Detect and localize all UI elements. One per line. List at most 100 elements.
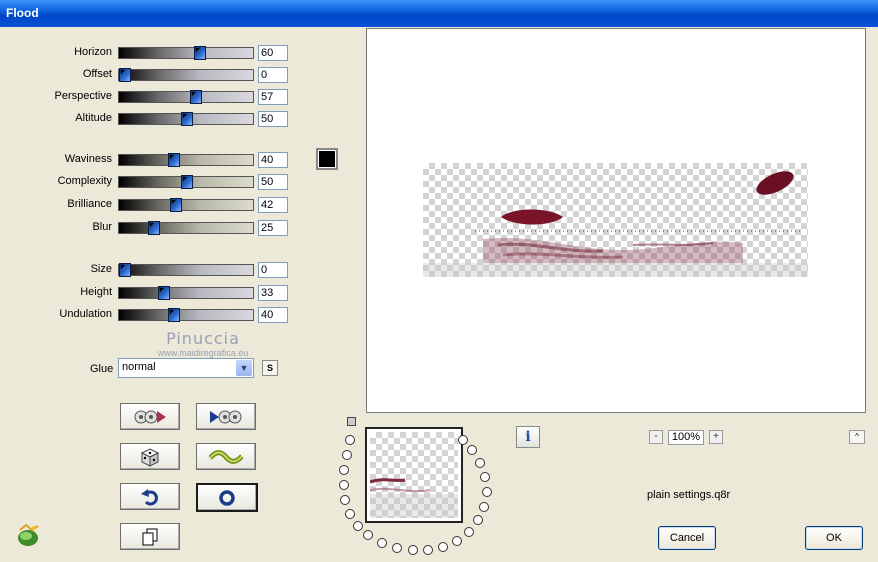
- undulation-slider[interactable]: [118, 308, 254, 322]
- param-label: Offset: [82, 68, 112, 80]
- dial-dot[interactable]: [480, 472, 490, 482]
- watermark: Pinuccia www.maidiregrafica.eu: [138, 329, 268, 358]
- glue-label: Glue: [90, 363, 114, 375]
- chevron-down-icon[interactable]: ▼: [236, 360, 252, 376]
- blur-value[interactable]: 25: [258, 220, 288, 236]
- copy-button[interactable]: [120, 523, 180, 550]
- slider-thumb[interactable]: [147, 221, 160, 235]
- offset-value[interactable]: 0: [258, 67, 288, 83]
- randomize-button[interactable]: [120, 443, 180, 470]
- size-value[interactable]: 0: [258, 262, 288, 278]
- param-label: Waviness: [64, 153, 112, 165]
- dial-dot[interactable]: [482, 487, 492, 497]
- dial-dot[interactable]: [342, 450, 352, 460]
- size-slider[interactable]: [118, 263, 254, 277]
- waviness-slider[interactable]: [118, 153, 254, 167]
- circle-button[interactable]: [196, 483, 258, 512]
- param-label: Blur: [92, 221, 112, 233]
- altitude-slider[interactable]: [118, 112, 254, 126]
- complexity-slider[interactable]: [118, 175, 254, 189]
- slider-thumb[interactable]: [190, 90, 203, 104]
- dial-dot[interactable]: [458, 435, 468, 445]
- next-preset-button[interactable]: [196, 403, 256, 430]
- dial-dot[interactable]: [479, 502, 489, 512]
- dial-dot[interactable]: [423, 545, 433, 555]
- slider-thumb[interactable]: [181, 112, 193, 126]
- randomize-dice-icon: [140, 447, 160, 467]
- offset-slider[interactable]: [118, 68, 254, 82]
- slider-thumb[interactable]: [194, 46, 207, 60]
- dial-dot[interactable]: [345, 509, 355, 519]
- cancel-button[interactable]: Cancel: [658, 526, 716, 550]
- info-button[interactable]: i: [516, 426, 540, 448]
- zoom-in-button[interactable]: +: [709, 430, 723, 444]
- dial-dot[interactable]: [345, 435, 355, 445]
- dial-dot[interactable]: [452, 536, 462, 546]
- brilliance-slider[interactable]: [118, 198, 254, 212]
- brilliance-value[interactable]: 42: [258, 197, 288, 213]
- param-label: Height: [80, 286, 112, 298]
- horizon-slider[interactable]: [118, 46, 254, 60]
- waviness-value[interactable]: 40: [258, 152, 288, 168]
- reset-button[interactable]: [120, 483, 180, 510]
- reset-arrow-icon: [141, 488, 158, 505]
- preview-canvas[interactable]: [366, 28, 866, 413]
- zoom-out-button[interactable]: -: [649, 430, 663, 444]
- slider-thumb[interactable]: [119, 68, 131, 82]
- wave-button[interactable]: [196, 443, 256, 470]
- color-swatch[interactable]: [316, 148, 338, 170]
- s-button[interactable]: S: [262, 360, 278, 376]
- dial-dot[interactable]: [464, 527, 474, 537]
- copy-pages-icon: [142, 528, 158, 545]
- slider-thumb[interactable]: [158, 286, 171, 300]
- dial-dot[interactable]: [467, 445, 477, 455]
- flood-preview-graphic: [423, 171, 808, 277]
- dialog-client: Horizon 60 Offset 0 Perspective 57 Altit…: [0, 27, 878, 562]
- dial-dot[interactable]: [339, 465, 349, 475]
- prev-preset-button[interactable]: [120, 403, 180, 430]
- next-preset-icon: [210, 410, 242, 423]
- dial-dot[interactable]: [377, 538, 387, 548]
- dial-dot[interactable]: [408, 545, 418, 555]
- app-logo-icon: [18, 523, 39, 546]
- dial-dot[interactable]: [353, 521, 363, 531]
- slider-thumb[interactable]: [167, 308, 180, 322]
- dial-dot[interactable]: [339, 480, 349, 490]
- perspective-slider[interactable]: [118, 90, 254, 104]
- dial-dot[interactable]: [438, 542, 448, 552]
- glue-select[interactable]: normal ▼: [118, 358, 254, 378]
- perspective-value[interactable]: 57: [258, 89, 288, 105]
- collapse-button[interactable]: ^: [849, 430, 865, 444]
- dial-dot[interactable]: [363, 530, 373, 540]
- height-value[interactable]: 33: [258, 285, 288, 301]
- param-label: Undulation: [59, 308, 112, 320]
- dial-dot[interactable]: [473, 515, 483, 525]
- slider-thumb[interactable]: [181, 175, 193, 189]
- slider-thumb[interactable]: [167, 153, 180, 167]
- zoom-level: 100%: [668, 430, 704, 445]
- slider-thumb[interactable]: [119, 263, 131, 277]
- window-title: Flood: [6, 6, 39, 20]
- prev-preset-icon: [134, 410, 166, 423]
- param-label: Size: [90, 263, 112, 275]
- height-slider[interactable]: [118, 286, 254, 300]
- param-label: Brilliance: [67, 198, 112, 210]
- param-label: Perspective: [54, 90, 112, 102]
- dial-dot[interactable]: [475, 458, 485, 468]
- navigator-handle[interactable]: [347, 417, 356, 426]
- glue-value: normal: [122, 361, 156, 373]
- complexity-value[interactable]: 50: [258, 174, 288, 190]
- altitude-value[interactable]: 50: [258, 111, 288, 127]
- param-label: Horizon: [74, 46, 112, 58]
- dial-dot[interactable]: [392, 543, 402, 553]
- undulation-value[interactable]: 40: [258, 307, 288, 323]
- circle-icon: [219, 489, 235, 506]
- horizon-value[interactable]: 60: [258, 45, 288, 61]
- slider-thumb[interactable]: [170, 198, 183, 212]
- navigator-thumbnail[interactable]: [365, 427, 463, 523]
- dial-dot[interactable]: [340, 495, 350, 505]
- watermark-url: www.maidiregrafica.eu: [157, 348, 249, 358]
- blur-slider[interactable]: [118, 221, 254, 235]
- ok-button[interactable]: OK: [805, 526, 863, 550]
- settings-filename: plain settings.q8r: [647, 489, 731, 501]
